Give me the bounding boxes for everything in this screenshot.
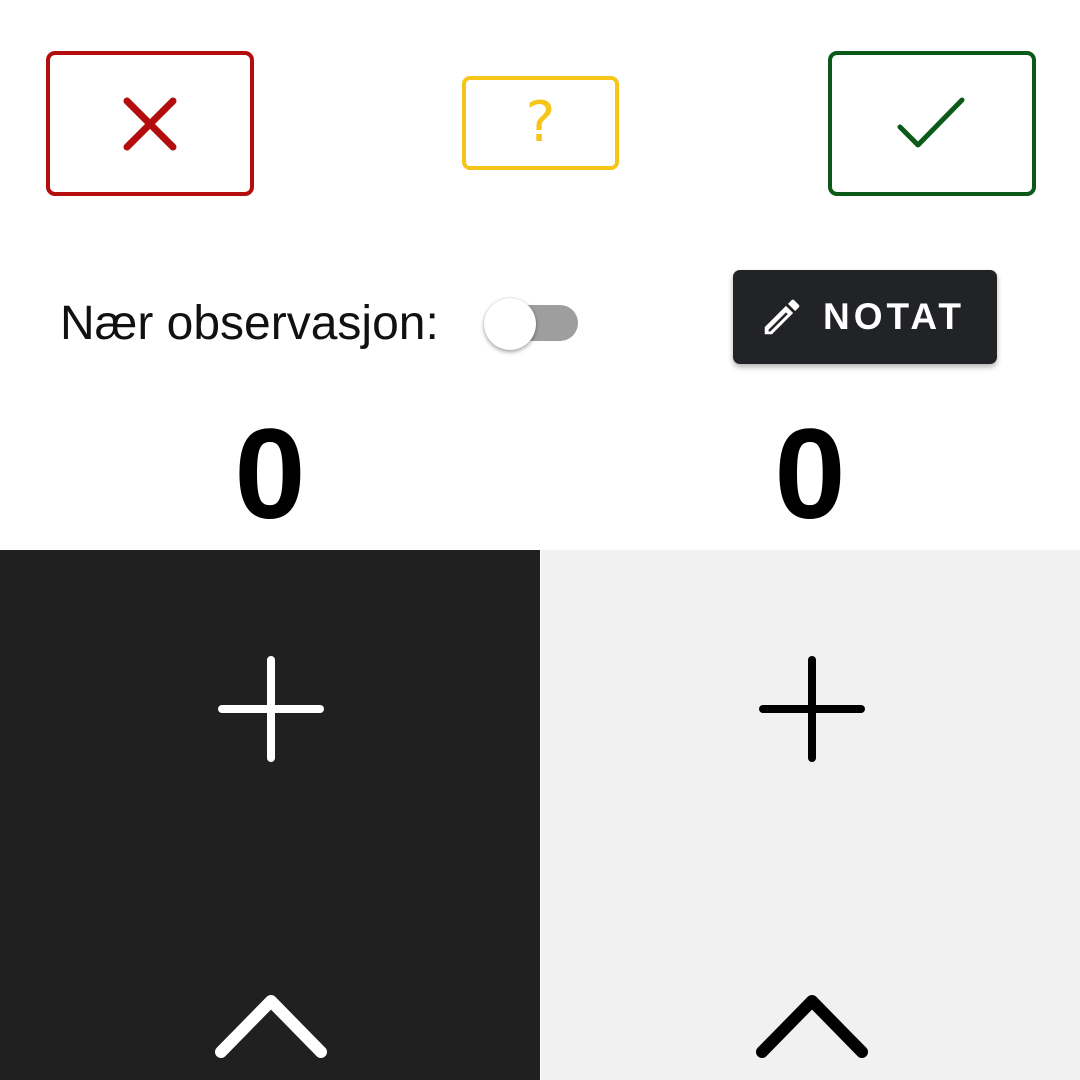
chevron-up-icon	[215, 995, 327, 1058]
chevron-up-icon	[756, 995, 868, 1058]
checkmark-icon	[897, 97, 965, 147]
right-counter-value: 0	[774, 403, 846, 546]
right-increment-panel[interactable]	[541, 550, 1080, 1080]
close-icon	[123, 97, 177, 150]
reject-button[interactable]	[46, 51, 254, 196]
plus-icon	[218, 656, 324, 762]
close-observation-label: Nær observasjon:	[60, 297, 439, 350]
counter-screen: ? Nær observasjon: NOTAT 0 0	[0, 0, 1080, 1080]
close-observation-toggle[interactable]	[484, 298, 580, 350]
unsure-button[interactable]: ?	[462, 76, 619, 170]
left-counter-value: 0	[234, 403, 306, 546]
pencil-icon	[764, 299, 800, 335]
plus-icon	[759, 656, 865, 762]
toggle-knob	[484, 298, 536, 350]
accept-button[interactable]	[828, 51, 1036, 196]
left-increment-panel[interactable]	[0, 550, 540, 1080]
question-mark-icon: ?	[525, 90, 556, 155]
note-button[interactable]: NOTAT	[733, 270, 997, 364]
note-button-label: NOTAT	[823, 296, 965, 337]
